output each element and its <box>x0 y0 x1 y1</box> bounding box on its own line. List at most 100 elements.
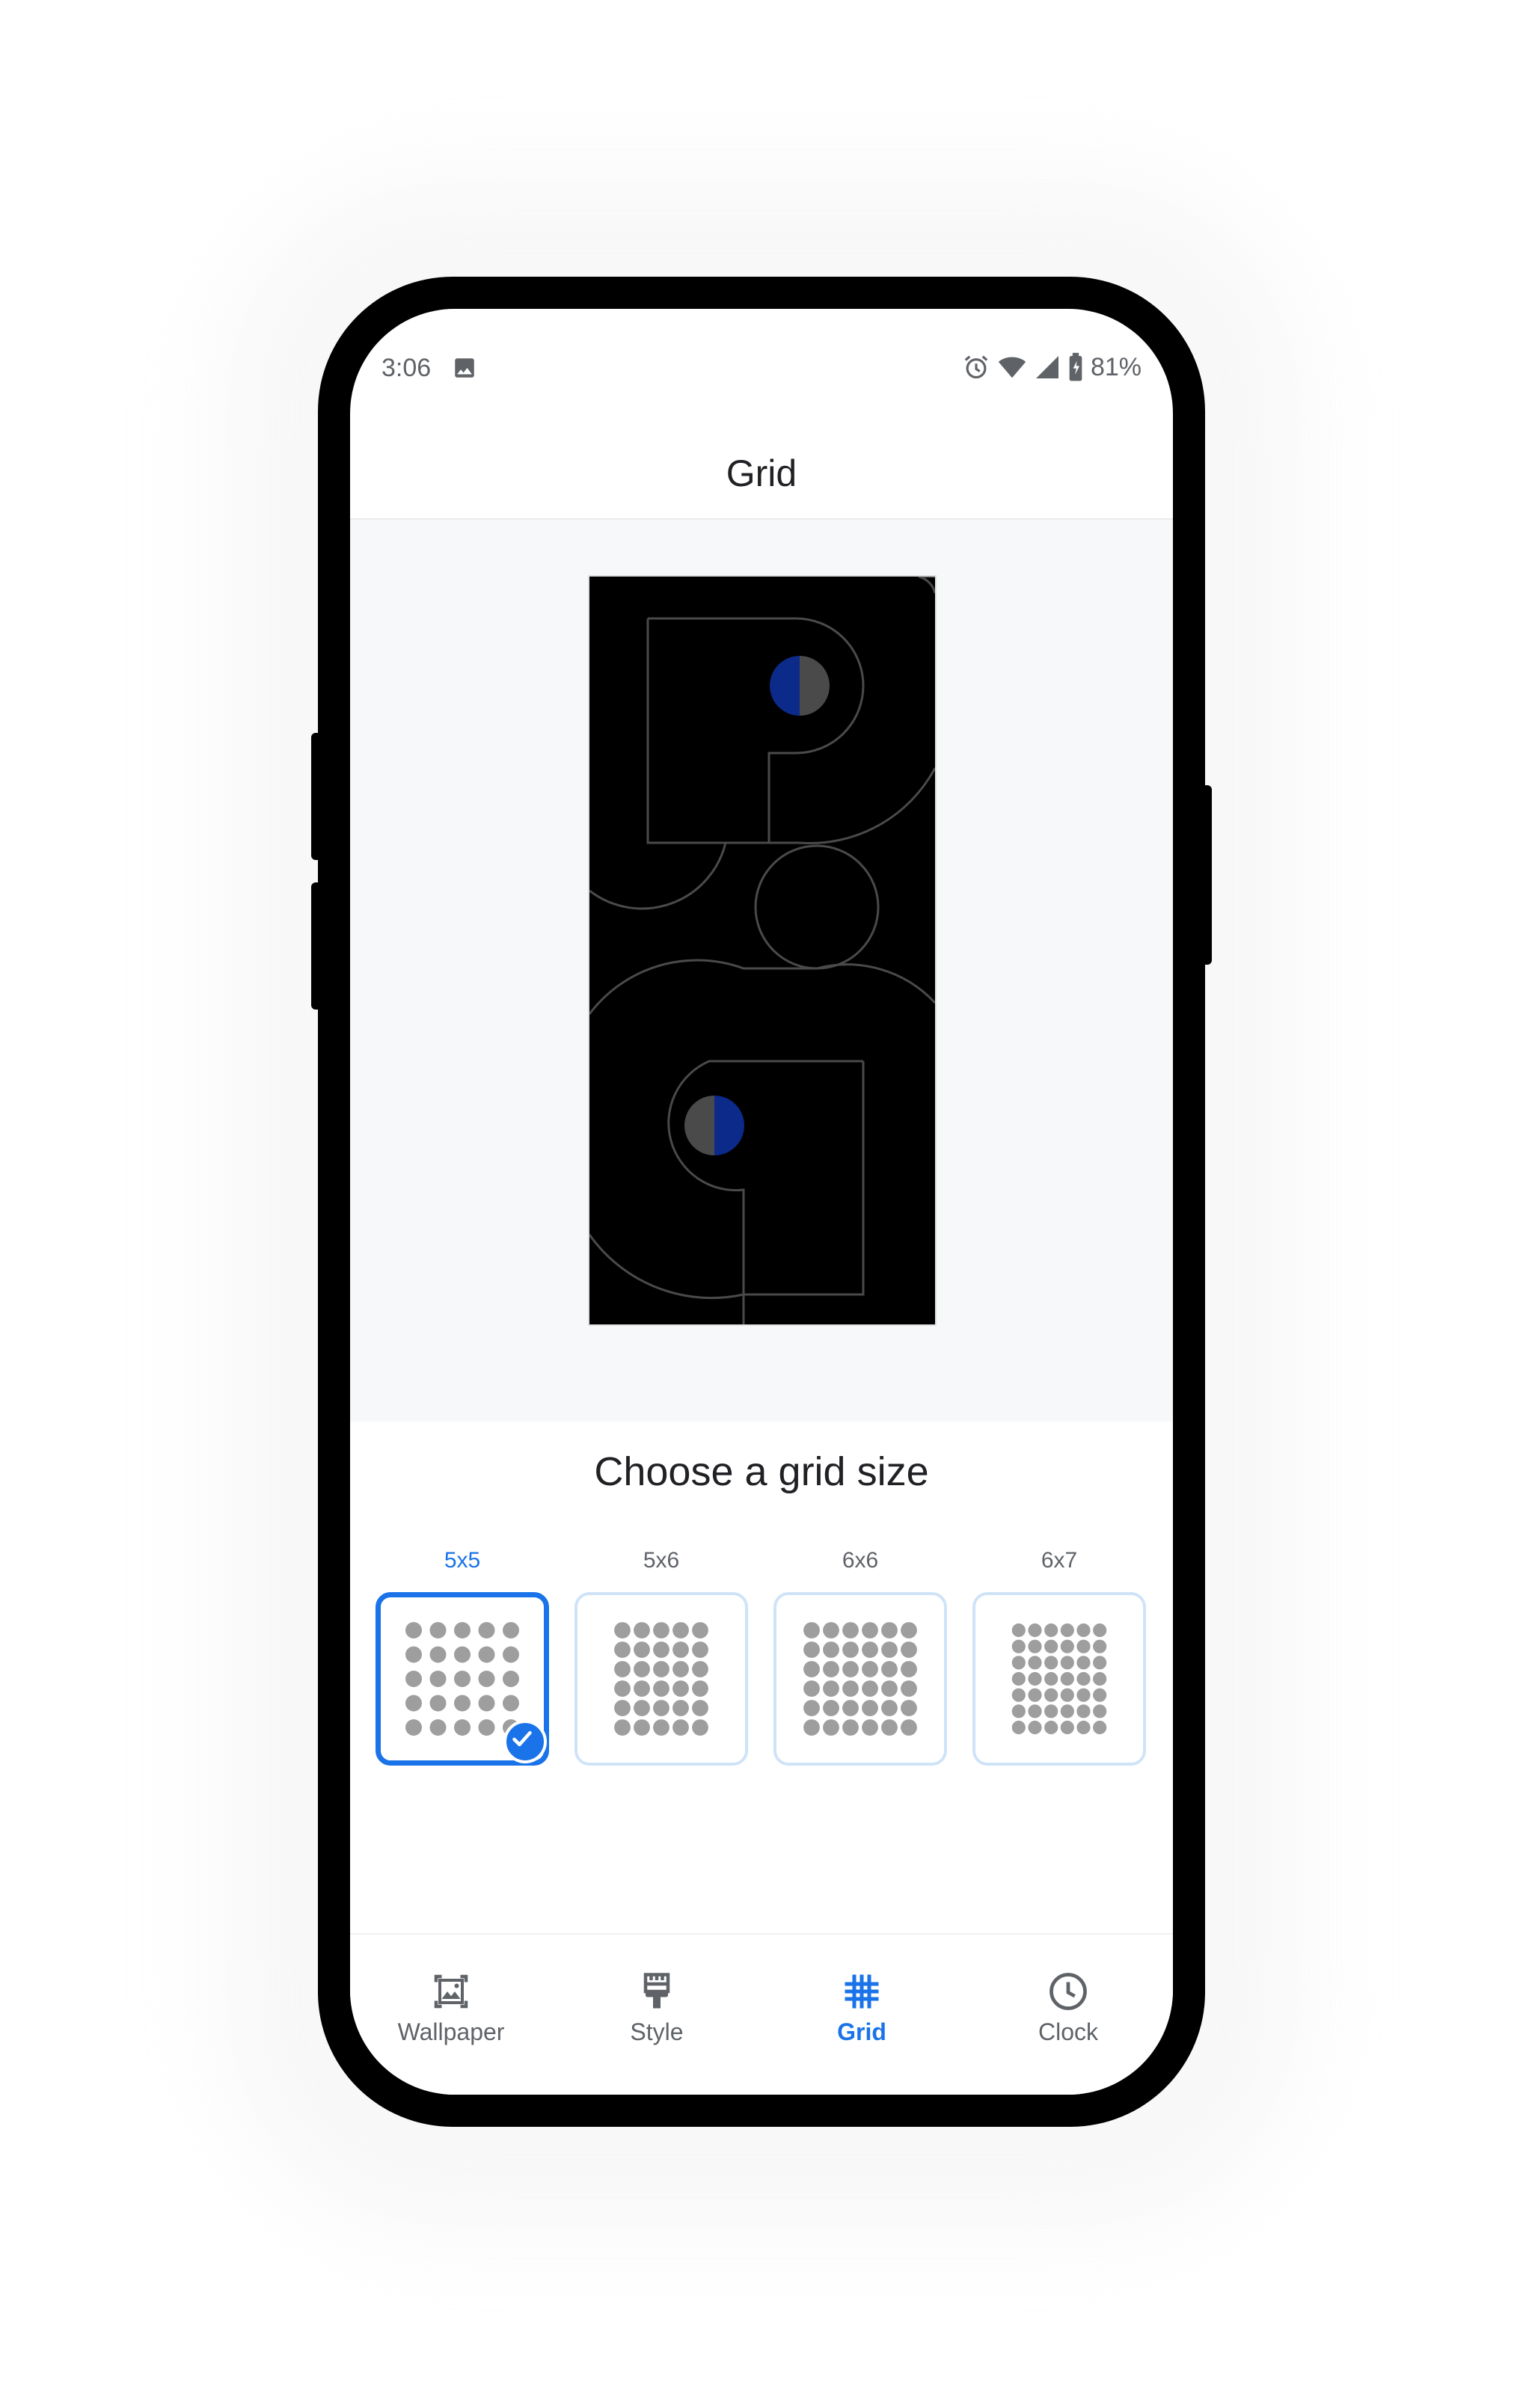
grid-option-6x6[interactable]: 6x6 <box>773 1544 947 1766</box>
battery-icon <box>1069 352 1082 381</box>
grid-dot <box>901 1719 917 1736</box>
grid-dot <box>454 1646 471 1663</box>
grid-dot <box>1060 1656 1074 1670</box>
grid-icon <box>845 1974 879 2009</box>
grid-dot <box>672 1622 689 1638</box>
grid-dot <box>653 1661 669 1677</box>
grid-dot <box>672 1661 689 1677</box>
grid-dot <box>803 1700 820 1716</box>
grid-dot <box>454 1695 471 1712</box>
grid-dot <box>614 1622 631 1638</box>
grid-dot <box>1044 1671 1058 1686</box>
nav-label: Clock <box>1038 2018 1098 2045</box>
grid-dot <box>478 1622 495 1638</box>
grid-option-card[interactable] <box>574 1592 748 1766</box>
check-badge-icon <box>503 1720 547 1763</box>
grid-option-5x6[interactable]: 5x6 <box>574 1544 748 1766</box>
grid-dot <box>842 1622 859 1638</box>
grid-dot <box>1076 1704 1091 1719</box>
nav-label: Grid <box>837 2018 886 2045</box>
phone-screen: 3:06 81% Grid Choose a grid size 5x5 5x6… <box>350 309 1173 2095</box>
grid-dot <box>1028 1623 1042 1638</box>
grid-dot <box>823 1700 839 1716</box>
grid-dot <box>901 1661 917 1677</box>
grid-dot <box>1011 1704 1026 1719</box>
grid-dot <box>692 1680 708 1697</box>
grid-dot <box>429 1622 447 1638</box>
grid-option-card[interactable] <box>376 1592 549 1766</box>
clock-icon <box>1049 1973 1087 2010</box>
grid-option-6x7[interactable]: 6x7 <box>972 1544 1146 1766</box>
grid-dot <box>1011 1720 1026 1735</box>
grid-option-card[interactable] <box>773 1592 947 1766</box>
nav-label: Wallpaper <box>397 2018 505 2045</box>
grid-dot <box>672 1719 689 1736</box>
grid-dot <box>478 1719 495 1736</box>
grid-dot <box>823 1641 839 1658</box>
grid-dot <box>1060 1688 1074 1702</box>
grid-dot <box>1028 1704 1042 1719</box>
grid-dot <box>1076 1720 1091 1735</box>
grid-option-label: 6x7 <box>1041 1548 1078 1573</box>
grid-dot <box>1060 1704 1074 1719</box>
grid-option-label: 5x6 <box>643 1548 680 1573</box>
grid-dot <box>901 1641 917 1658</box>
status-icons: 81% <box>962 352 1142 382</box>
nav-item-wallpaper[interactable]: Wallpaper <box>369 1969 533 2046</box>
wallpaper-pattern <box>589 577 935 1324</box>
page-title: Grid <box>726 452 797 494</box>
grid-dot <box>1093 1720 1107 1735</box>
grid-dot <box>881 1700 898 1716</box>
image-icon <box>455 358 474 378</box>
grid-option-5x5[interactable]: 5x5 <box>376 1544 549 1766</box>
grid-dot <box>614 1661 631 1677</box>
grid-option-card[interactable] <box>972 1592 1146 1766</box>
grid-dot <box>1044 1639 1058 1653</box>
grid-dot <box>842 1641 859 1658</box>
grid-dot <box>614 1641 631 1658</box>
grid-dot <box>823 1661 839 1677</box>
grid-dot <box>405 1695 422 1712</box>
grid-dot <box>823 1622 839 1638</box>
grid-dot <box>1011 1688 1026 1702</box>
wifi-icon <box>998 357 1026 378</box>
grid-dot <box>405 1671 422 1687</box>
preview-area <box>350 520 1173 1422</box>
grid-option-label: 6x6 <box>842 1548 879 1573</box>
grid-dot <box>478 1646 495 1663</box>
grid-dot <box>901 1622 917 1638</box>
grid-dot <box>881 1641 898 1658</box>
grid-dot <box>862 1680 878 1697</box>
grid-dot <box>692 1719 708 1736</box>
grid-dot <box>823 1680 839 1697</box>
nav-item-style[interactable]: Style <box>574 1969 739 2046</box>
grid-dot <box>454 1719 471 1736</box>
grid-dot <box>1076 1639 1091 1653</box>
grid-dot <box>862 1661 878 1677</box>
grid-dot <box>429 1646 447 1663</box>
grid-dot <box>1093 1688 1107 1702</box>
nav-item-clock[interactable]: Clock <box>986 1969 1150 2046</box>
grid-dots <box>1011 1623 1107 1735</box>
grid-dot <box>692 1661 708 1677</box>
grid-dot <box>634 1622 650 1638</box>
grid-dot <box>1093 1623 1107 1638</box>
grid-dot <box>653 1719 669 1736</box>
status-bar: 3:06 81% <box>350 309 1173 429</box>
grid-dot <box>1044 1623 1058 1638</box>
grid-dot <box>1060 1623 1074 1638</box>
app-bar: Grid <box>350 429 1173 520</box>
grid-dot <box>823 1719 839 1736</box>
grid-dot <box>1028 1671 1042 1686</box>
grid-dot <box>634 1661 650 1677</box>
bottom-nav: Wallpaper Style Grid Clock <box>350 1933 1173 2095</box>
grid-dot <box>405 1622 422 1638</box>
grid-dot <box>881 1622 898 1638</box>
grid-dot <box>405 1646 422 1663</box>
grid-dot <box>803 1641 820 1658</box>
nav-item-grid[interactable]: Grid <box>779 1969 944 2046</box>
grid-dot <box>1011 1639 1026 1653</box>
grid-dot <box>1076 1623 1091 1638</box>
grid-dot <box>672 1700 689 1716</box>
grid-dot <box>803 1622 820 1638</box>
